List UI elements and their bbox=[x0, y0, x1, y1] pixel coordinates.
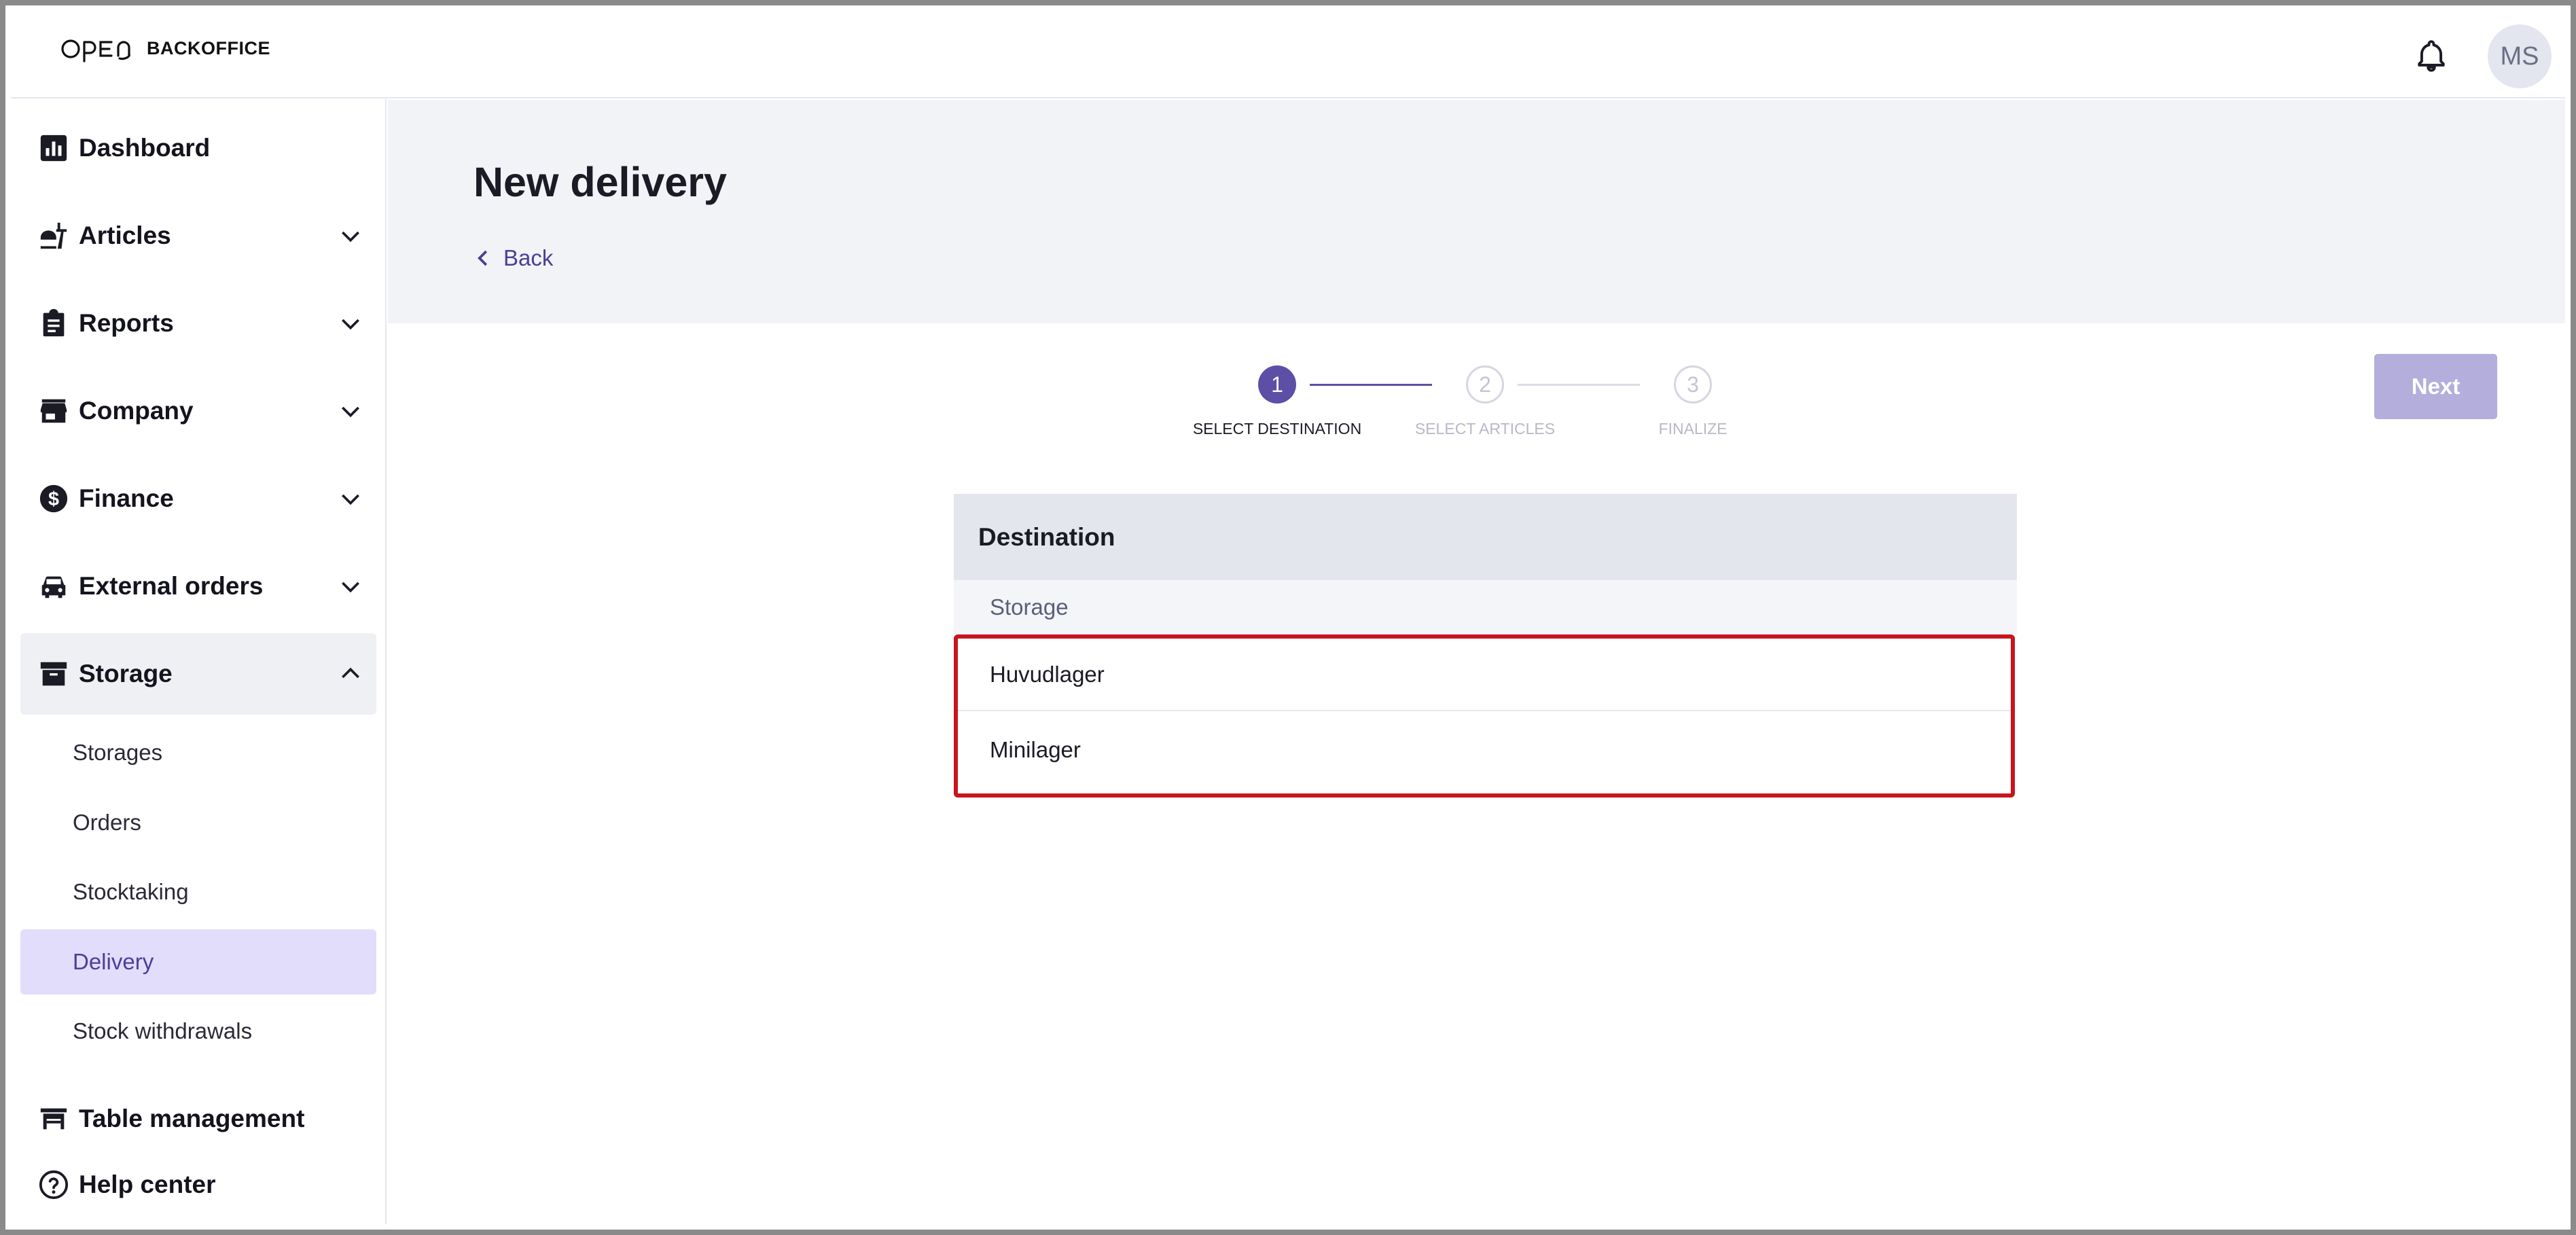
sidebar-item-help-center[interactable]: Help center bbox=[20, 1144, 376, 1225]
sidebar-item-finance[interactable]: $ Finance bbox=[20, 458, 376, 539]
chevron-down-icon bbox=[342, 406, 359, 418]
sidebar-subitem-label: Stocktaking bbox=[73, 879, 189, 904]
open-logo-icon bbox=[61, 39, 130, 62]
sidebar-item-label: Finance bbox=[79, 484, 174, 512]
chevron-left-icon bbox=[478, 250, 488, 266]
stepper: 1 2 3 SELECT DESTINATION SELECT ARTICLES… bbox=[1192, 365, 1739, 447]
sidebar-item-dashboard[interactable]: Dashboard bbox=[20, 107, 376, 189]
sidebar-subitem-stock-withdrawals[interactable]: Stock withdrawals bbox=[20, 999, 376, 1064]
next-button[interactable]: Next bbox=[2374, 354, 2497, 419]
step-2-indicator: 2 bbox=[1466, 365, 1504, 404]
sidebar: Dashboard Articles Reports Company $ Fin… bbox=[11, 99, 387, 1224]
help-icon bbox=[39, 1170, 69, 1200]
step-1-indicator: 1 bbox=[1258, 365, 1296, 404]
sidebar-subitem-stocktaking[interactable]: Stocktaking bbox=[20, 859, 376, 925]
car-icon bbox=[41, 576, 66, 598]
step-connector bbox=[1310, 384, 1432, 386]
step-3-indicator: 3 bbox=[1674, 365, 1712, 404]
user-avatar[interactable]: MS bbox=[2488, 24, 2552, 88]
sidebar-item-label: Dashboard bbox=[79, 134, 211, 162]
sidebar-subitem-orders[interactable]: Orders bbox=[20, 790, 376, 855]
sidebar-item-label: Table management bbox=[79, 1105, 305, 1132]
chevron-up-icon bbox=[342, 667, 359, 679]
sidebar-item-external-orders[interactable]: External orders bbox=[20, 545, 376, 627]
chevron-down-icon bbox=[342, 581, 359, 593]
chart-icon bbox=[40, 135, 67, 162]
sidebar-subitem-label: Stock withdrawals bbox=[73, 1018, 253, 1043]
sidebar-item-label: Storage bbox=[79, 660, 173, 687]
store-icon bbox=[40, 399, 67, 423]
sidebar-subitem-label: Orders bbox=[73, 810, 141, 835]
svg-text:$: $ bbox=[48, 488, 59, 510]
sidebar-item-label: Company bbox=[79, 397, 194, 425]
destination-heading: Destination bbox=[954, 494, 2017, 580]
destination-list: Huvudlager Minilager bbox=[954, 634, 2015, 798]
dollar-icon: $ bbox=[39, 484, 68, 513]
food-icon bbox=[40, 222, 67, 249]
sidebar-item-label: Articles bbox=[79, 221, 171, 249]
page-title: New delivery bbox=[473, 159, 727, 205]
sidebar-subitem-delivery[interactable]: Delivery bbox=[20, 929, 376, 995]
sidebar-subitem-label: Delivery bbox=[73, 949, 154, 974]
back-label: Back bbox=[503, 245, 554, 270]
chevron-down-icon bbox=[342, 319, 359, 330]
sidebar-item-label: External orders bbox=[79, 572, 264, 600]
step-connector bbox=[1518, 384, 1640, 386]
top-bar: BACKOFFICE MS bbox=[11, 11, 2565, 99]
step-1-label: SELECT DESTINATION bbox=[1192, 420, 1362, 437]
destination-panel: Destination Storage Huvudlager Minilager bbox=[954, 494, 2017, 798]
sidebar-item-storage[interactable]: Storage bbox=[20, 633, 376, 715]
page-header: New delivery Back bbox=[388, 100, 2565, 323]
destination-option-huvudlager[interactable]: Huvudlager bbox=[958, 639, 2011, 711]
archive-icon bbox=[40, 662, 67, 686]
table-icon bbox=[40, 1108, 67, 1130]
logo[interactable]: BACKOFFICE bbox=[61, 34, 270, 68]
sidebar-item-label: Help center bbox=[79, 1170, 216, 1198]
sidebar-item-company[interactable]: Company bbox=[20, 370, 376, 452]
sidebar-subitem-storages[interactable]: Storages bbox=[20, 720, 376, 785]
clipboard-icon bbox=[43, 308, 65, 337]
chevron-down-icon bbox=[342, 494, 359, 505]
logo-text: BACKOFFICE bbox=[147, 38, 270, 58]
back-link[interactable]: Back bbox=[473, 245, 553, 271]
step-3-label: FINALIZE bbox=[1658, 420, 1728, 437]
sidebar-subitem-label: Storages bbox=[73, 740, 163, 765]
destination-group-label: Storage bbox=[954, 580, 2017, 634]
step-2-label: SELECT ARTICLES bbox=[1414, 420, 1556, 437]
sidebar-item-reports[interactable]: Reports bbox=[20, 283, 376, 364]
notification-bell-icon[interactable] bbox=[2414, 38, 2449, 73]
chevron-down-icon bbox=[342, 231, 359, 243]
app-window: BACKOFFICE MS Dashboard Articles Reports… bbox=[0, 0, 2576, 1235]
destination-option-minilager[interactable]: Minilager bbox=[958, 713, 2011, 786]
sidebar-item-articles[interactable]: Articles bbox=[20, 195, 376, 276]
sidebar-item-label: Reports bbox=[79, 309, 174, 337]
